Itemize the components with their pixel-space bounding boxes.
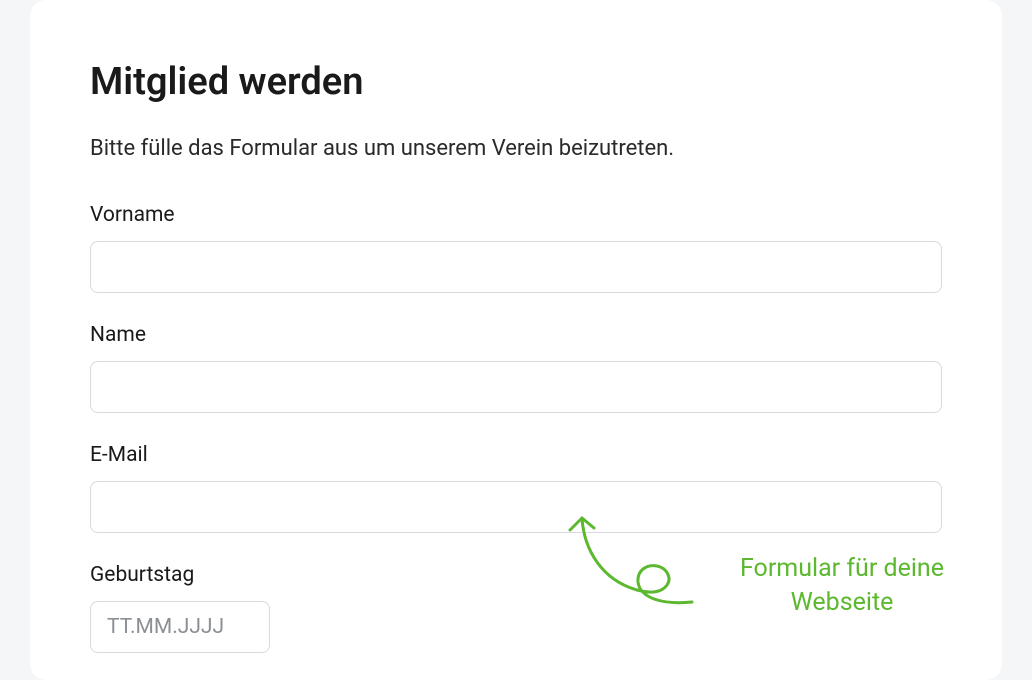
firstname-label: Vorname <box>90 203 942 227</box>
email-input[interactable] <box>90 481 942 533</box>
lastname-input[interactable] <box>90 361 942 413</box>
form-group-email: E-Mail <box>90 443 942 533</box>
form-description: Bitte fülle das Formular aus um unserem … <box>90 136 942 161</box>
birthday-input[interactable] <box>90 601 270 653</box>
form-title: Mitglied werden <box>90 60 942 104</box>
lastname-label: Name <box>90 323 942 347</box>
birthday-label: Geburtstag <box>90 563 942 587</box>
email-label: E-Mail <box>90 443 942 467</box>
membership-form-card: Mitglied werden Bitte fülle das Formular… <box>30 0 1002 680</box>
form-group-birthday: Geburtstag <box>90 563 942 653</box>
form-group-firstname: Vorname <box>90 203 942 293</box>
firstname-input[interactable] <box>90 241 942 293</box>
form-group-lastname: Name <box>90 323 942 413</box>
